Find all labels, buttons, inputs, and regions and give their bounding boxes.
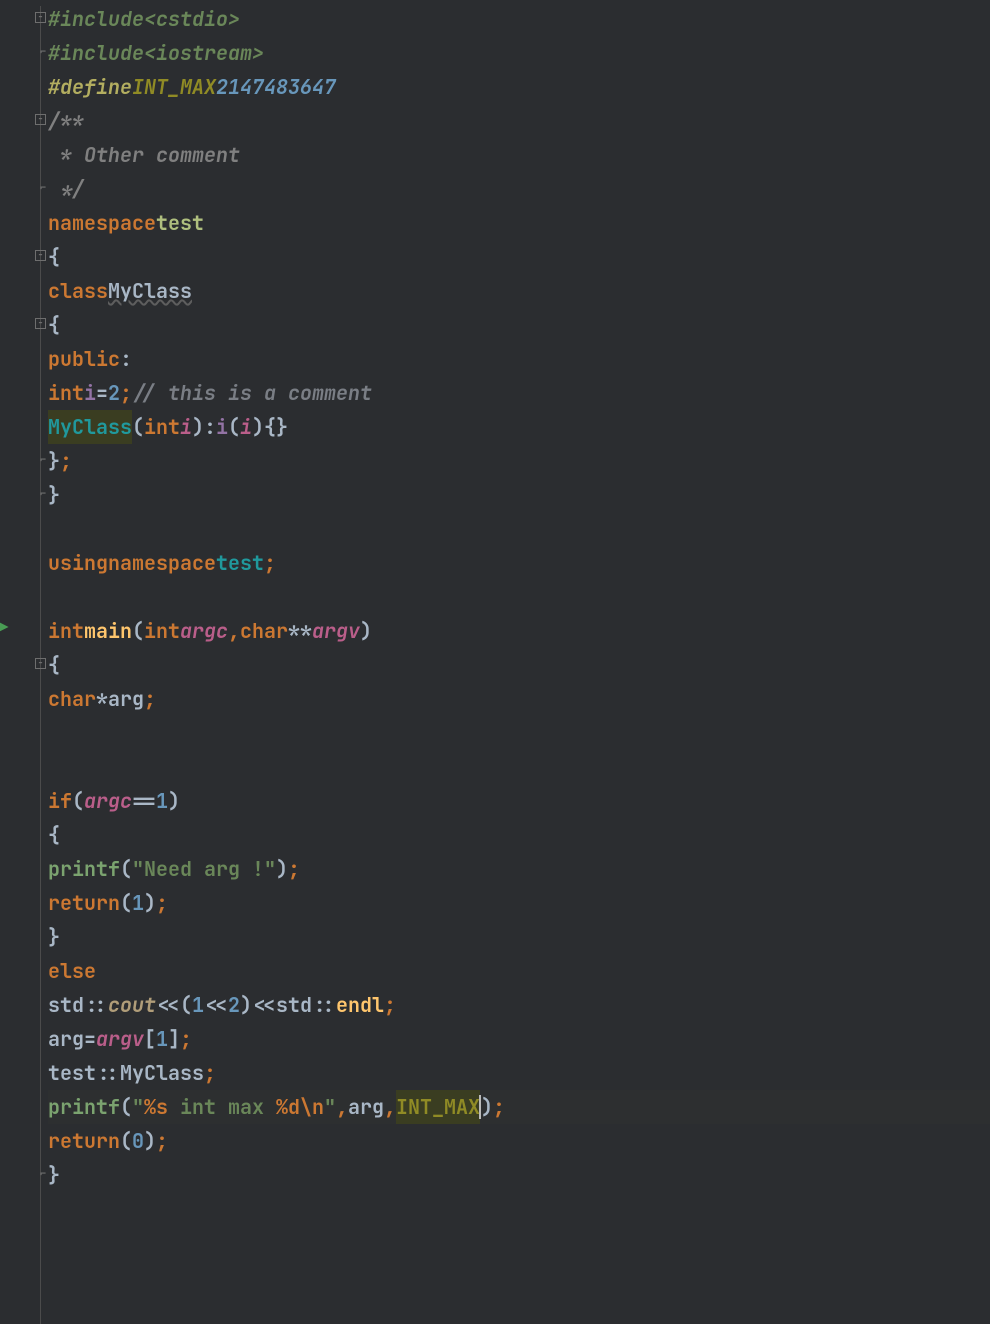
code-line[interactable]: { <box>48 648 990 682</box>
code-line[interactable]: MyClass(int i) : i(i) {} <box>48 410 990 444</box>
code-line[interactable]: printf("Need arg !"); <box>48 852 990 886</box>
code-line[interactable]: #include <cstdio> <box>48 2 990 36</box>
code-line[interactable]: { <box>48 818 990 852</box>
fold-icon[interactable] <box>35 318 46 329</box>
code-line[interactable]: } <box>48 1158 990 1192</box>
code-line[interactable]: }; <box>48 444 990 478</box>
code-line[interactable]: if (argc == 1) <box>48 784 990 818</box>
run-icon[interactable]: ▶ <box>0 617 8 641</box>
code-line[interactable]: using namespace test; <box>48 546 990 580</box>
code-line[interactable]: printf("%s int max %d\n", arg, INT_MAX); <box>48 1090 990 1124</box>
code-line[interactable] <box>48 512 990 546</box>
gutter: ⌐ ⌐ ⌐ ⌐ ▶ ⌐ <box>0 0 48 1324</box>
code-line[interactable]: return (0); <box>48 1124 990 1158</box>
fold-close-icon[interactable]: ⌐ <box>40 1165 46 1182</box>
code-line[interactable]: namespace test <box>48 206 990 240</box>
fold-icon[interactable] <box>35 658 46 669</box>
fold-icon[interactable] <box>35 12 46 23</box>
code-line[interactable]: public: <box>48 342 990 376</box>
code-line[interactable]: { <box>48 240 990 274</box>
code-line[interactable]: { <box>48 308 990 342</box>
fold-close-icon[interactable]: ⌐ <box>40 451 46 468</box>
code-line[interactable]: #include <iostream> <box>48 36 990 70</box>
fold-close-icon[interactable]: ⌐ <box>40 485 46 502</box>
code-line[interactable]: } <box>48 478 990 512</box>
code-line[interactable]: #define INT_MAX 2147483647 <box>48 70 990 104</box>
code-line[interactable]: test::MyClass; <box>48 1056 990 1090</box>
code-line[interactable] <box>48 750 990 784</box>
code-line[interactable]: int main(int argc, char **argv) <box>48 614 990 648</box>
code-line[interactable]: * Other comment <box>48 138 990 172</box>
fold-icon[interactable] <box>35 114 46 125</box>
fold-icon[interactable] <box>35 250 46 261</box>
fold-close-icon[interactable]: ⌐ <box>40 179 46 196</box>
code-line[interactable]: else <box>48 954 990 988</box>
code-line[interactable]: char *arg; <box>48 682 990 716</box>
code-line[interactable]: } <box>48 920 990 954</box>
code-line[interactable]: return (1); <box>48 886 990 920</box>
code-line[interactable] <box>48 716 990 750</box>
code-editor[interactable]: #include <cstdio> #include <iostream> #d… <box>48 0 990 1192</box>
code-line[interactable]: arg = argv[1]; <box>48 1022 990 1056</box>
code-line[interactable]: */ <box>48 172 990 206</box>
code-line[interactable]: std::cout << (1 << 2) << std::endl; <box>48 988 990 1022</box>
code-line[interactable]: int i = 2; // this is a comment <box>48 376 990 410</box>
code-line[interactable]: class MyClass <box>48 274 990 308</box>
fold-close-icon[interactable]: ⌐ <box>40 43 46 60</box>
code-line[interactable]: /** <box>48 104 990 138</box>
code-line[interactable] <box>48 580 990 614</box>
